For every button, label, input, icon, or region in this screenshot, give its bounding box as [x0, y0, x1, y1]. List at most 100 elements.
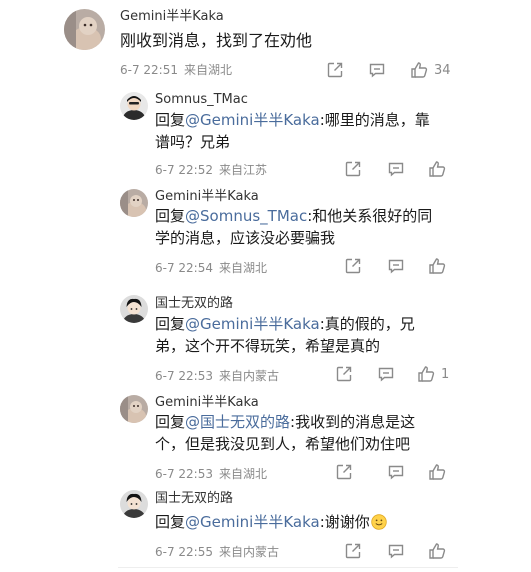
- mention-link[interactable]: @Gemini半半Kaka: [185, 513, 320, 531]
- comment-actions: [344, 256, 504, 276]
- username[interactable]: 国士无双的路: [155, 491, 233, 507]
- avatar[interactable]: [120, 92, 148, 120]
- timestamp: 6-7 22:52: [155, 163, 213, 177]
- comment-button[interactable]: [387, 159, 405, 179]
- reply: 国士无双的路 回复@Gemini半半Kaka:谢谢你 6-7 22:55 来自内蒙…: [0, 487, 531, 567]
- avatar[interactable]: [120, 490, 148, 518]
- comment-actions: [344, 159, 504, 179]
- comment-icon: [378, 367, 394, 382]
- divider: [118, 567, 458, 568]
- reply-text: 回复@Gemini半半Kaka:谢谢你: [155, 511, 387, 536]
- share-icon: [345, 161, 361, 177]
- reply-prefix: 回复: [155, 207, 186, 225]
- thumbs-up-icon: [418, 366, 435, 382]
- username[interactable]: 国士无双的路: [155, 296, 233, 312]
- like-button[interactable]: [428, 256, 446, 276]
- comment-icon: [388, 544, 404, 559]
- location: 来自湖北: [219, 467, 268, 481]
- comment-button[interactable]: [368, 60, 386, 80]
- share-icon: [327, 62, 343, 78]
- share-icon: [345, 543, 361, 559]
- location: 来自湖北: [219, 261, 268, 275]
- share-icon: [345, 258, 361, 274]
- thumbs-up-icon: [411, 62, 428, 78]
- comment-icon: [369, 63, 385, 78]
- like-button[interactable]: [428, 462, 446, 482]
- timestamp: 6-7 22:51: [120, 63, 178, 77]
- comment-meta: 6-7 22:52 来自江苏: [155, 163, 267, 177]
- comment-button[interactable]: [387, 541, 405, 561]
- comment-meta: 6-7 22:53 来自湖北: [155, 467, 267, 481]
- comment-button[interactable]: [387, 256, 405, 276]
- reply: Gemini半半Kaka 回复@Somnus_TMac:和他关系很好的同 学的消…: [0, 185, 531, 280]
- timestamp: 6-7 22:53: [155, 369, 213, 383]
- reply: Gemini半半Kaka 回复@国士无双的路:我收到的消息是这 个，但是我没见到…: [0, 391, 531, 486]
- reply-prefix: 回复: [155, 413, 186, 431]
- comment-icon: [388, 162, 404, 177]
- reply-text-line2: 弟，这个开不得玩笑，希望是真的: [155, 337, 381, 355]
- thumbs-up-icon: [429, 464, 446, 480]
- share-button[interactable]: [344, 159, 362, 179]
- reply-body: :我收到的消息是这: [290, 413, 416, 431]
- mention-link[interactable]: @Gemini半半Kaka: [185, 315, 320, 333]
- username[interactable]: Gemini半半Kaka: [155, 395, 259, 411]
- like-button[interactable]: 1: [417, 364, 449, 384]
- mention-link[interactable]: @Gemini半半Kaka: [185, 111, 320, 129]
- comment-icon: [388, 465, 404, 480]
- share-button[interactable]: [326, 60, 344, 80]
- smile-emoji-icon: [371, 514, 387, 536]
- comment-actions: 34: [326, 60, 526, 80]
- location: 来自内蒙古: [219, 545, 280, 559]
- reply-text: 回复@Gemini半半Kaka:真的假的，兄: [155, 313, 415, 335]
- timestamp: 6-7 22:53: [155, 467, 213, 481]
- like-count: 1: [441, 366, 450, 382]
- avatar[interactable]: [120, 189, 148, 217]
- share-icon: [336, 366, 352, 382]
- share-button[interactable]: [344, 541, 362, 561]
- location: 来自江苏: [219, 163, 268, 177]
- username[interactable]: Gemini半半Kaka: [120, 9, 224, 25]
- reply: 国士无双的路 回复@Gemini半半Kaka:真的假的，兄 弟，这个开不得玩笑，…: [0, 293, 531, 388]
- reply-prefix: 回复: [155, 111, 186, 129]
- username[interactable]: Gemini半半Kaka: [155, 189, 259, 205]
- comment-actions: 1: [335, 364, 515, 384]
- reply-body: :和他关系很好的同: [307, 207, 433, 225]
- comment-meta: 6-7 22:51 来自湖北: [120, 63, 232, 77]
- avatar[interactable]: [120, 395, 148, 423]
- avatar[interactable]: [120, 295, 148, 323]
- thumbs-up-icon: [429, 543, 446, 559]
- reply-text: 回复@Somnus_TMac:和他关系很好的同: [155, 205, 432, 227]
- timestamp: 6-7 22:55: [155, 545, 213, 559]
- reply-body: :哪里的消息，靠: [319, 111, 430, 129]
- reply-prefix: 回复: [155, 513, 186, 531]
- like-count: 34: [434, 62, 451, 78]
- avatar[interactable]: [64, 9, 105, 50]
- username[interactable]: Somnus_TMac: [155, 92, 248, 108]
- timestamp: 6-7 22:54: [155, 261, 213, 275]
- comment-button[interactable]: [377, 364, 395, 384]
- mention-link[interactable]: @Somnus_TMac: [185, 207, 307, 225]
- share-button[interactable]: [344, 256, 362, 276]
- share-button[interactable]: [335, 462, 353, 482]
- comment-actions: [344, 541, 504, 561]
- like-button[interactable]: 34: [410, 60, 451, 80]
- reply-body: :真的假的，兄: [319, 315, 415, 333]
- share-icon: [336, 464, 352, 480]
- reply-text: 回复@Gemini半半Kaka:哪里的消息，靠: [155, 109, 430, 131]
- location: 来自湖北: [184, 63, 233, 77]
- location: 来自内蒙古: [219, 369, 280, 383]
- thumbs-up-icon: [429, 258, 446, 274]
- thumbs-up-icon: [429, 161, 446, 177]
- share-button[interactable]: [335, 364, 353, 384]
- like-button[interactable]: [428, 159, 446, 179]
- main-comment: Gemini半半Kaka 刚收到消息，找到了在劝他 6-7 22:51 来自湖北 …: [0, 0, 531, 90]
- comment-actions: [335, 462, 495, 482]
- comment-button[interactable]: [387, 462, 405, 482]
- mention-link[interactable]: @国士无双的路: [185, 413, 290, 431]
- comment-meta: 6-7 22:54 来自湖北: [155, 261, 267, 275]
- reply-text: 回复@国士无双的路:我收到的消息是这: [155, 411, 415, 433]
- reply-body: :谢谢你: [319, 513, 370, 531]
- reply-text-line2: 个，但是我没见到人，希望他们劝住吧: [155, 435, 411, 453]
- like-button[interactable]: [428, 541, 446, 561]
- comment-text: 刚收到消息，找到了在劝他: [120, 31, 313, 50]
